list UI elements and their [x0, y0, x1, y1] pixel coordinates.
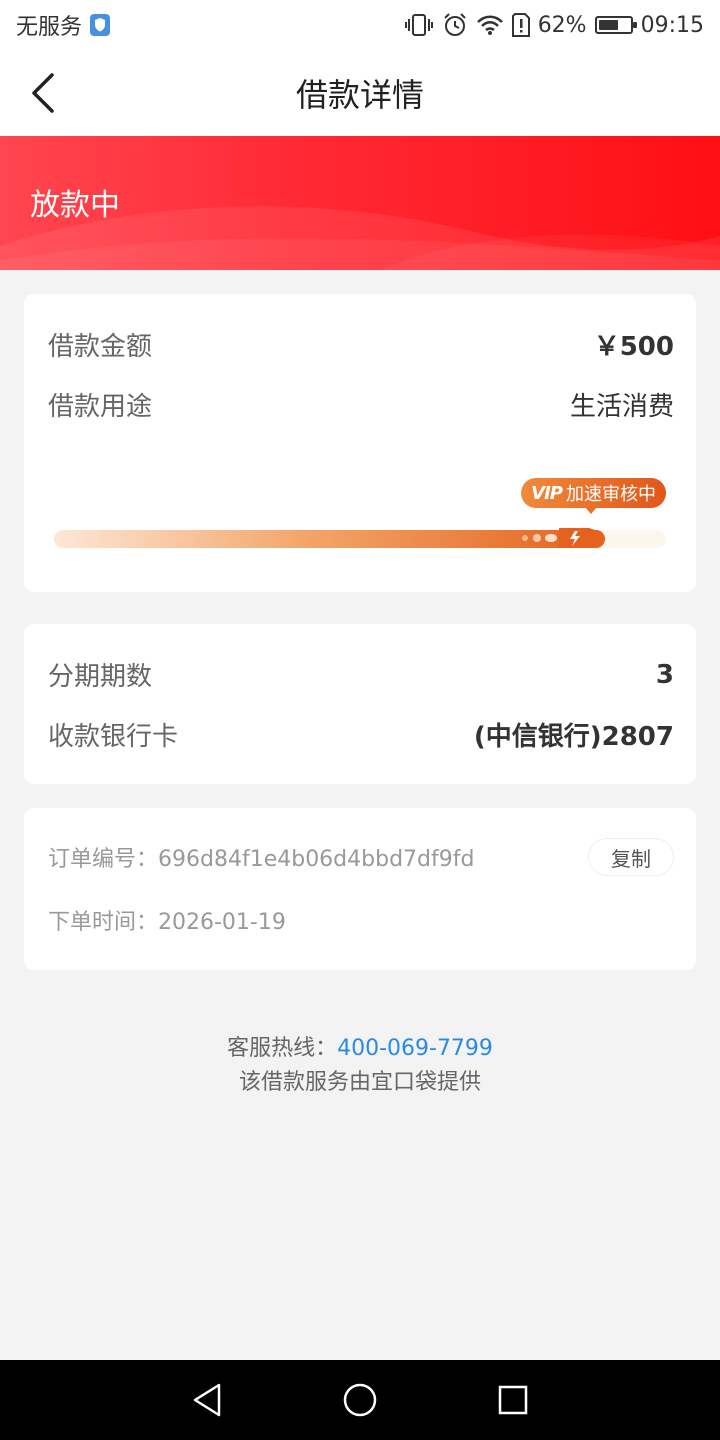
vibrate-icon: [404, 14, 433, 36]
periods-value: 3: [655, 659, 674, 690]
battery-icon: [594, 16, 637, 34]
loan-status-text: 放款中: [30, 188, 120, 223]
nav-home-button[interactable]: [338, 1378, 382, 1422]
rocket-icon: [522, 528, 605, 548]
purpose-value: 生活消费: [569, 392, 674, 422]
footer: 客服热线：400-069-7799 该借款服务由宜口袋提供: [0, 1032, 720, 1100]
carrier-text: 无服务: [16, 15, 83, 40]
wifi-icon: [476, 15, 503, 35]
order-time: 下单时间：2026-01-19: [48, 910, 286, 935]
shield-icon: [90, 14, 111, 36]
order-time-row: 下单时间：2026-01-19: [48, 904, 674, 936]
loan-info-card: 借款金额 ￥500 借款用途 生活消费 VIP 加速审核中: [24, 294, 696, 592]
order-number: 订单编号：696d84f1e4b06d4bbd7df9fd: [48, 847, 475, 872]
vip-review-badge: VIP 加速审核中: [521, 478, 666, 514]
status-banner: 放款中: [0, 136, 720, 270]
vip-tag: VIP: [531, 482, 563, 504]
periods-label: 分期期数: [48, 662, 153, 692]
nav-back-icon: [193, 1383, 220, 1417]
copy-button[interactable]: 复制: [588, 838, 674, 876]
battery-fill: [598, 20, 618, 30]
amount-row: 借款金额 ￥500: [48, 326, 674, 363]
status-bar: 无服务 62% 09:15: [0, 0, 720, 50]
status-left: 无服务: [16, 9, 111, 41]
hotline-line: 客服热线：400-069-7799: [0, 1032, 720, 1066]
amount-value: ￥500: [593, 332, 674, 362]
order-card: 订单编号：696d84f1e4b06d4bbd7df9fd 复制 下单时间：20…: [24, 808, 696, 970]
page-title: 借款详情: [295, 76, 424, 114]
battery-percent: 62%: [537, 12, 587, 38]
alarm-icon: [443, 13, 466, 36]
back-chevron-icon: [32, 73, 54, 113]
hotline-label: 客服热线：: [227, 1036, 338, 1061]
installment-card: 分期期数 3 收款银行卡 (中信银行)2807: [24, 624, 696, 784]
vip-text: 加速审核中: [566, 484, 656, 505]
nav-recents-button[interactable]: [491, 1378, 535, 1422]
system-nav-bar: [0, 1360, 720, 1440]
nav-home-icon: [343, 1383, 377, 1417]
purpose-row: 借款用途 生活消费: [48, 386, 674, 423]
back-button[interactable]: [20, 68, 64, 118]
nav-back-button[interactable]: [185, 1378, 229, 1422]
hotline-number-link[interactable]: 400-069-7799: [337, 1036, 493, 1061]
nav-bar: 借款详情: [0, 50, 720, 136]
nav-recents-icon: [499, 1385, 528, 1415]
status-right: 62% 09:15: [404, 12, 704, 38]
purpose-label: 借款用途: [48, 392, 153, 422]
bank-label: 收款银行卡: [48, 722, 179, 752]
bank-value: (中信银行)2807: [473, 722, 674, 752]
amount-label: 借款金额: [48, 332, 153, 362]
bank-row: 收款银行卡 (中信银行)2807: [48, 716, 674, 753]
provider-text: 该借款服务由宜口袋提供: [238, 1070, 481, 1095]
alert-icon: [511, 13, 530, 37]
periods-row: 分期期数 3: [48, 656, 674, 693]
order-number-row: 订单编号：696d84f1e4b06d4bbd7df9fd 复制: [48, 838, 674, 876]
clock: 09:15: [640, 12, 704, 38]
